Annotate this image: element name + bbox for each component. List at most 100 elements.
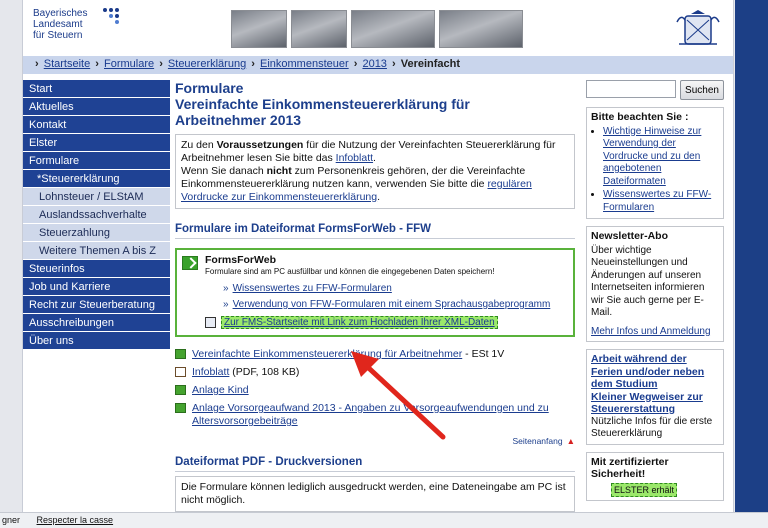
anlage-kind-link[interactable]: Anlage Kind: [192, 384, 249, 396]
sidebar-item-aktuelles[interactable]: Aktuelles: [23, 98, 170, 116]
ffw-form-icon: [175, 403, 186, 413]
ffw-link-item: Zur FMS-Startseite mit Link zum Hochlade…: [205, 316, 567, 329]
logo-line: für Steuern: [33, 30, 83, 41]
search-bar: Suchen: [586, 80, 724, 100]
coat-of-arms-icon: [676, 10, 720, 45]
list-item: Wissenswertes zu FFW-Formularen: [603, 189, 719, 214]
ffw-link-item: » Verwendung von FFW-Formularen mit einem…: [205, 299, 567, 310]
sidebar-item-ueber-uns[interactable]: Über uns: [23, 332, 170, 350]
ffw-info-link[interactable]: Wissenswertes zu FFW-Formularen: [233, 283, 392, 294]
list-item: Wichtige Hinweise zur Verwendung der Vor…: [603, 126, 719, 189]
breadcrumb-arrow-icon: ›: [95, 58, 99, 70]
breadcrumb-link[interactable]: 2013: [362, 58, 386, 70]
elster-badge[interactable]: ELSTER erhält: [611, 482, 678, 497]
info-text: .: [373, 152, 376, 164]
ffw-arrow-icon: [182, 256, 198, 270]
info-bold: Voraussetzungen: [216, 139, 304, 151]
breadcrumb-arrow-icon: ›: [251, 58, 255, 70]
work-info-box: Arbeit während der Ferien und/oder neben…: [586, 349, 724, 445]
notice-link-hinweise[interactable]: Wichtige Hinweise zur Verwendung der Vor…: [603, 126, 701, 187]
info-text: Zu den: [181, 139, 217, 151]
newsletter-heading: Newsletter-Abo: [591, 230, 669, 242]
triangle-up-icon: ▲: [566, 436, 575, 446]
ffw-section-heading: Formulare im Dateiformat FormsForWeb - F…: [175, 223, 575, 239]
notice-heading: Bitte beachten Sie :: [591, 111, 689, 123]
match-case-option[interactable]: Respecter la casse: [37, 515, 114, 525]
sidebar-item-weitere-themen[interactable]: Weitere Themen A bis Z: [23, 242, 170, 260]
sidebar-item-steuerinfos[interactable]: Steuerinfos: [23, 260, 170, 278]
pdf-info-box: Die Formulare können lediglich ausgedruc…: [175, 476, 575, 512]
sidebar-nav: Start Aktuelles Kontakt Elster Formulare…: [23, 80, 170, 350]
sidebar-item-ausschreibungen[interactable]: Ausschreibungen: [23, 314, 170, 332]
file-suffix: (PDF, 108 KB): [229, 366, 300, 378]
breadcrumb-link[interactable]: Formulare: [104, 58, 154, 70]
status-text: gner: [2, 515, 21, 525]
ffw-form-icon: [175, 349, 186, 359]
ffw-description: Formulare sind am PC ausfüllbar und könn…: [205, 267, 495, 276]
breadcrumb-link[interactable]: Einkommensteuer: [260, 58, 349, 70]
header-photo: [439, 10, 523, 48]
sidebar-item-recht[interactable]: Recht zur Steuerberatung: [23, 296, 170, 314]
header-photos: [231, 10, 523, 48]
red-annotation-arrow-icon: [351, 351, 446, 440]
breadcrumb-arrow-icon: ›: [159, 58, 163, 70]
site-logo[interactable]: Bayerisches Landesamt für Steuern: [33, 8, 87, 41]
find-status-bar: gner Respecter la casse: [0, 512, 768, 528]
sidebar-item-steuerzahlung[interactable]: Steuerzahlung: [23, 224, 170, 242]
main-content: Formulare Vereinfachte Einkommensteuerer…: [175, 80, 575, 512]
sidebar-item-formulare[interactable]: Formulare: [23, 152, 170, 170]
ffw-form-icon: [175, 385, 186, 395]
title-line: Arbeitnehmer 2013: [175, 112, 302, 128]
certificate-heading: Mit zertifizierter Sicherheit!: [591, 455, 669, 481]
fms-icon: [205, 317, 216, 328]
sidebar-item-auslandssachverhalte[interactable]: Auslandssachverhalte: [23, 206, 170, 224]
site-header: Bayerisches Landesamt für Steuern: [23, 0, 733, 56]
info-text: .: [377, 191, 381, 203]
newsletter-text: Über wichtige Neueinstellungen und Änder…: [591, 244, 705, 319]
pdf-section-heading: Dateiformat PDF - Druckversionen: [175, 456, 575, 472]
sidebar-item-job[interactable]: Job und Karriere: [23, 278, 170, 296]
newsletter-link[interactable]: Mehr Infos und Anmeldung: [591, 326, 719, 339]
page-top-label: Seitenanfang: [512, 436, 563, 446]
title-line: Formulare: [175, 80, 244, 96]
notice-box: Bitte beachten Sie : Wichtige Hinweise z…: [586, 107, 724, 219]
infoblatt-link[interactable]: Infoblatt: [336, 152, 373, 164]
breadcrumb-arrow-icon: ›: [35, 58, 39, 70]
info-box: Zu den Voraussetzungen für die Nutzung d…: [175, 134, 575, 209]
breadcrumb-arrow-icon: ›: [353, 58, 358, 70]
sidebar-item-elster[interactable]: Elster: [23, 134, 170, 152]
sidebar-item-lohnsteuer[interactable]: Lohnsteuer / ELStAM: [23, 188, 170, 206]
bullet-icon: »: [223, 299, 229, 310]
ffw-box: FormsForWeb Formulare sind am PC ausfüll…: [175, 248, 575, 337]
sidebar-item-start[interactable]: Start: [23, 80, 170, 98]
window-right-margin: [735, 0, 768, 512]
work-during-holidays-link[interactable]: Arbeit während der Ferien und/oder neben…: [591, 353, 719, 391]
sidebar-item-kontakt[interactable]: Kontakt: [23, 116, 170, 134]
breadcrumb-arrow-icon: ›: [392, 58, 396, 70]
header-photo: [231, 10, 287, 48]
breadcrumb-link[interactable]: Steuererklärung: [168, 58, 246, 70]
fms-start-link[interactable]: Zur FMS-Startseite mit Link zum Hochlade…: [221, 316, 498, 329]
work-info-text: Nützliche Infos für die erste Steuererkl…: [591, 415, 713, 440]
web-page: Bayerisches Landesamt für Steuern › Star…: [22, 0, 734, 512]
right-sidebar: Suchen Bitte beachten Sie : Wichtige Hin…: [586, 80, 724, 501]
ffw-screenreader-link[interactable]: Verwendung von FFW-Formularen mit einem …: [233, 299, 551, 310]
ffw-title: FormsForWeb: [205, 254, 276, 266]
breadcrumb-link[interactable]: Startseite: [44, 58, 90, 70]
certificate-box: Mit zertifizierter Sicherheit! ELSTER er…: [586, 451, 724, 501]
sidebar-item-steuererklaerung[interactable]: *Steuererklärung: [23, 170, 170, 188]
logo-line: Bayerisches: [33, 8, 88, 19]
title-line: Vereinfachte Einkommensteuererklärung fü…: [175, 96, 470, 112]
header-photo: [351, 10, 435, 48]
pdf-icon: [175, 367, 186, 377]
refund-guide-link[interactable]: Kleiner Wegweiser zur Steuererstattung: [591, 391, 719, 416]
file-suffix: - ESt 1V: [462, 348, 505, 360]
search-button[interactable]: Suchen: [680, 80, 724, 100]
infoblatt-pdf-link[interactable]: Infoblatt: [192, 366, 229, 378]
ffw-link-item: » Wissenswertes zu FFW-Formularen: [205, 283, 567, 294]
breadcrumb-current: Vereinfacht: [400, 58, 461, 70]
page-title: Formulare Vereinfachte Einkommensteuerer…: [175, 80, 575, 128]
window-left-margin: [0, 0, 22, 512]
notice-link-ffw[interactable]: Wissenswertes zu FFW-Formularen: [603, 189, 711, 213]
search-input[interactable]: [586, 80, 676, 98]
